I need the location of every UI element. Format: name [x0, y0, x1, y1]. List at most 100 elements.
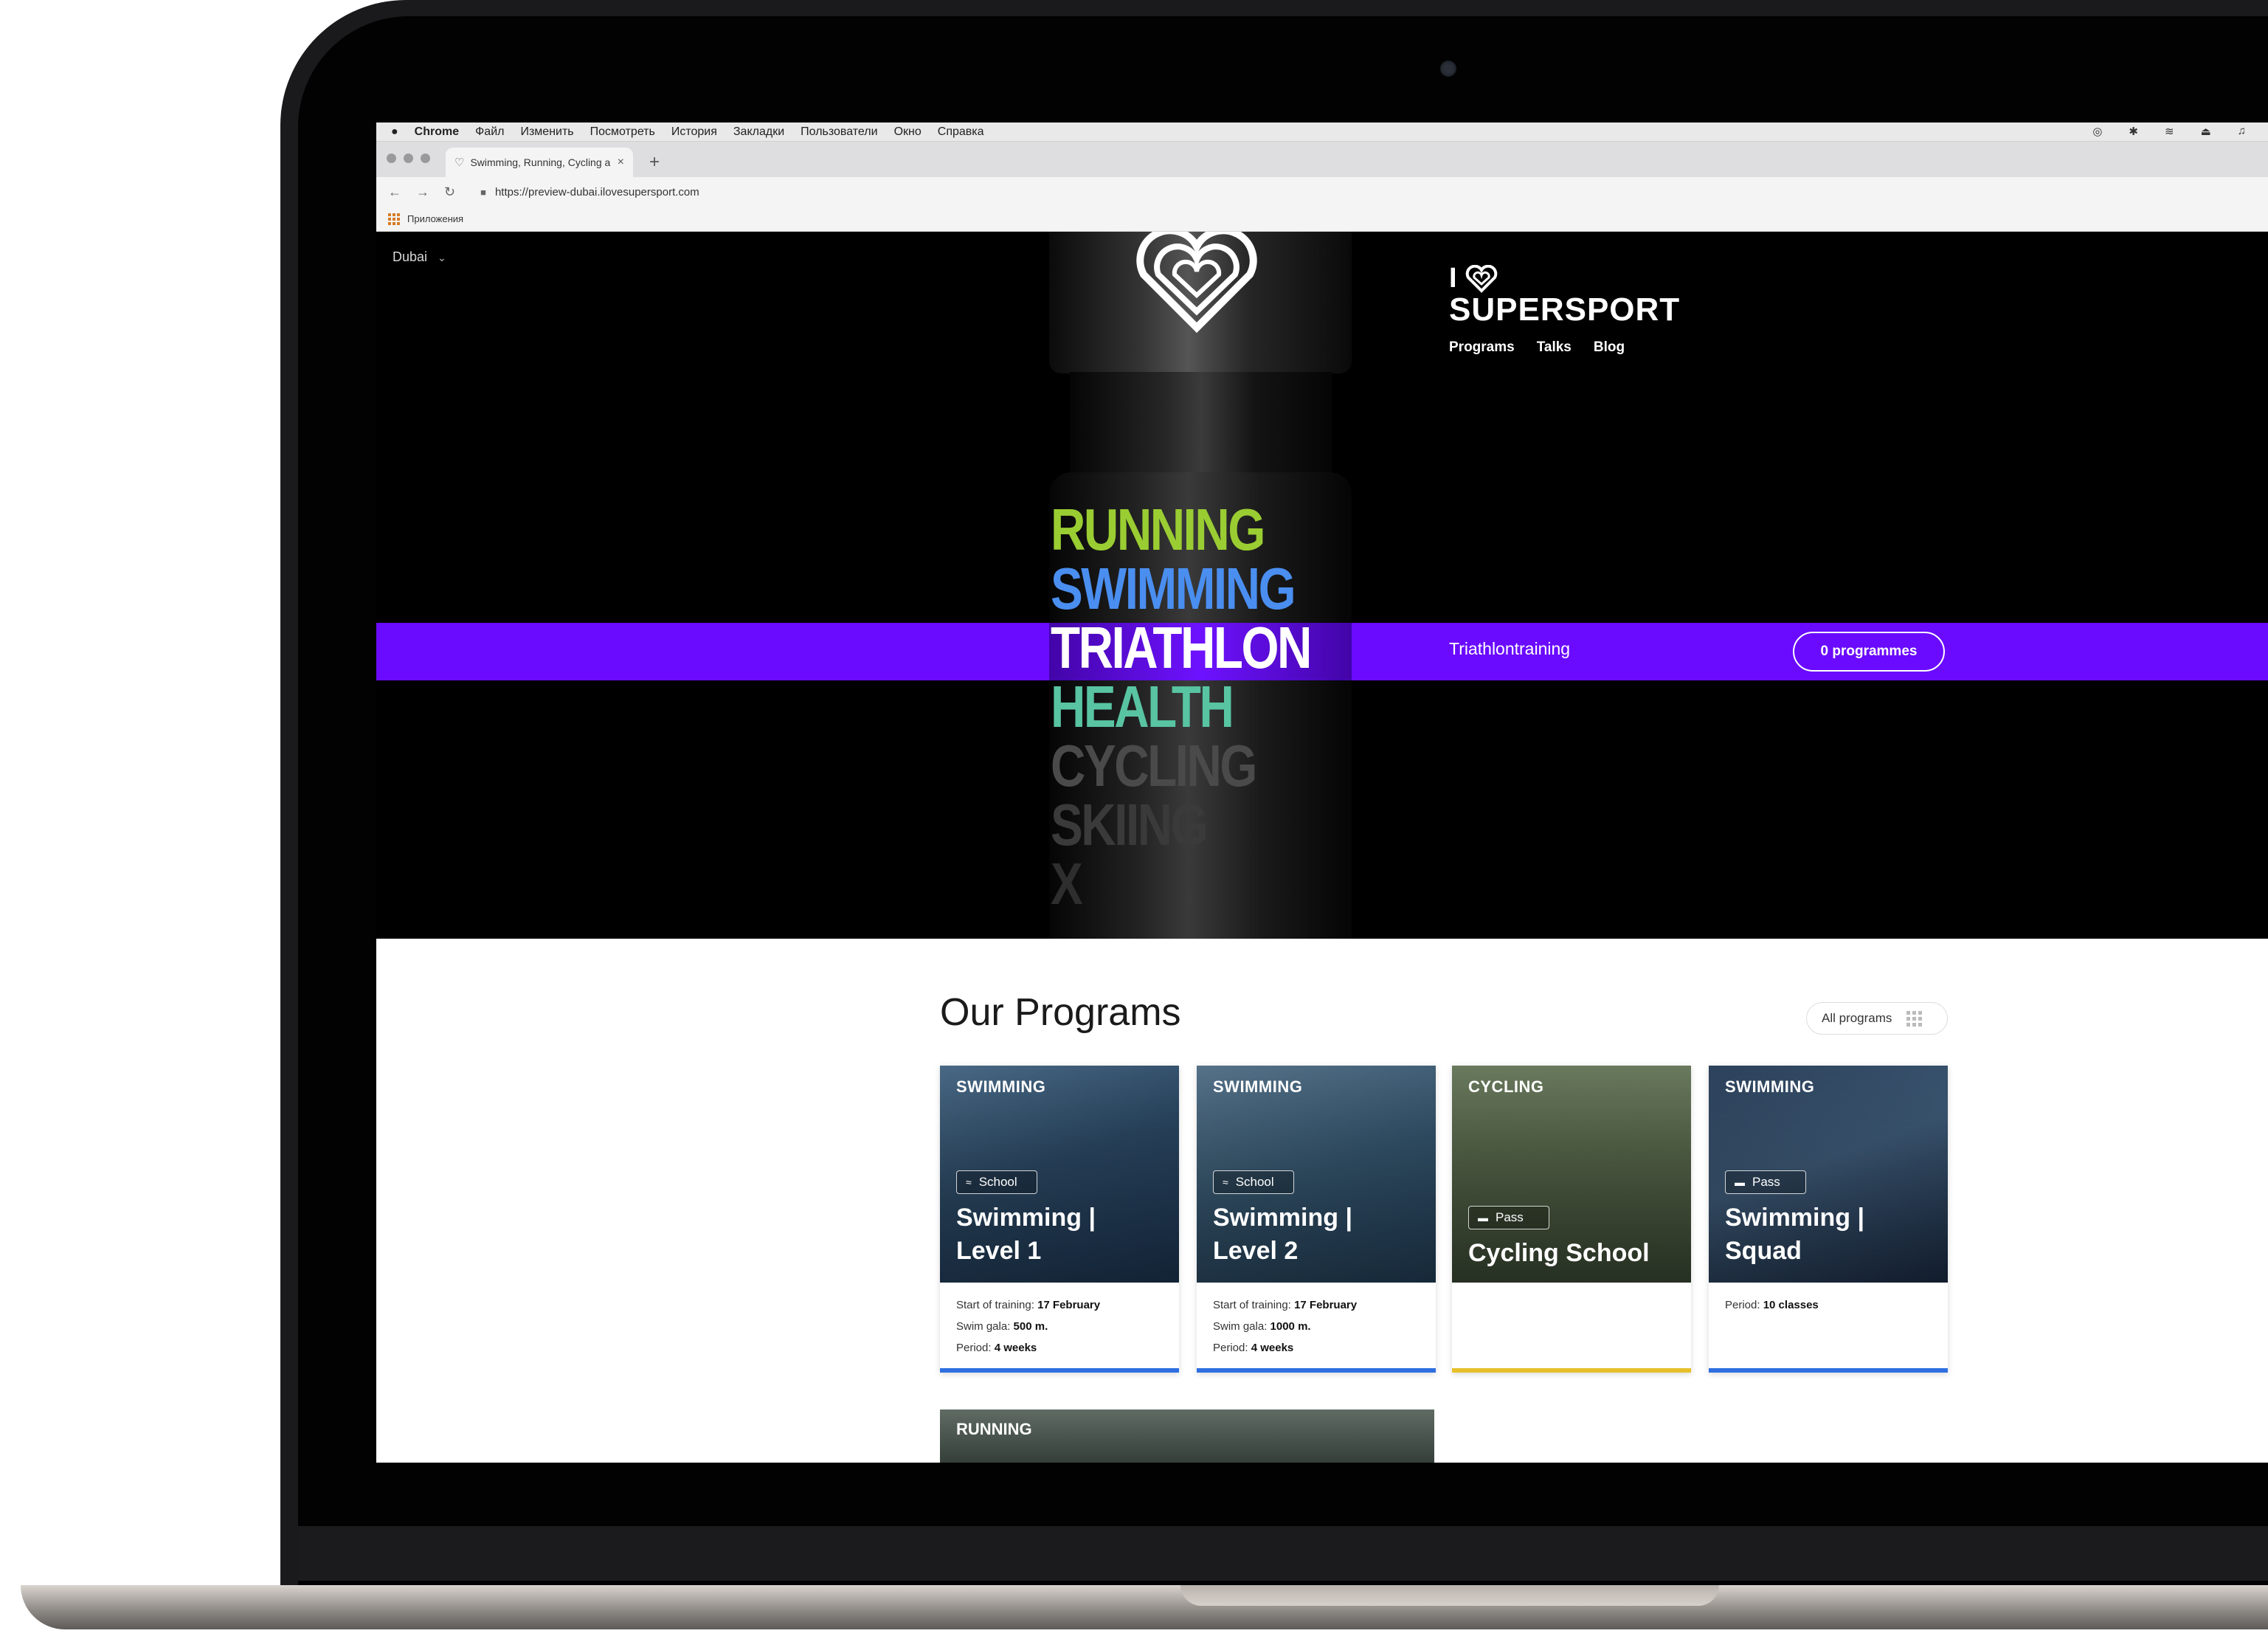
band-label: Triathlontraining — [1449, 639, 1571, 658]
apps-grid-icon[interactable] — [388, 213, 400, 225]
card-title-line: Swimming | — [1213, 1204, 1352, 1232]
card-meta-row: Period: 10 classes — [1725, 1294, 1819, 1316]
zoom-window-icon[interactable] — [421, 153, 430, 163]
card-title-line: Swimming | — [956, 1204, 1096, 1232]
apple-icon[interactable]: ● — [391, 125, 398, 139]
lock-icon[interactable]: ■ — [480, 187, 486, 198]
card-meta-value: 500 m. — [1013, 1320, 1048, 1333]
nav-programs[interactable]: Programs — [1449, 339, 1515, 356]
volume-icon[interactable]: ♫ — [2238, 125, 2246, 138]
program-card[interactable]: SWIMMING ▬ Pass Swimming | Squad Period: 10 c… — [1709, 1066, 1948, 1373]
menu-item-edit[interactable]: Изменить — [520, 125, 573, 139]
wifi-icon[interactable]: ≋ — [2165, 125, 2174, 138]
mac-menubar: ● Chrome Файл Изменить Посмотреть Истори… — [376, 123, 2268, 142]
city-selector[interactable]: Dubai ⌄ — [393, 249, 446, 265]
card-accent-bar — [1452, 1368, 1691, 1373]
card-accent-bar — [940, 1368, 1179, 1373]
close-tab-icon[interactable]: × — [618, 156, 624, 169]
menu-item-users[interactable]: Пользователи — [801, 125, 877, 139]
section-title: Our Programs — [940, 991, 1181, 1034]
card-category: SWIMMING — [1725, 1077, 1815, 1096]
window-controls — [387, 153, 430, 163]
menu-item-help[interactable]: Справка — [938, 125, 984, 139]
menu-item-view[interactable]: Посмотреть — [590, 125, 655, 139]
screen: ● Chrome Файл Изменить Посмотреть Истори… — [376, 123, 2268, 1463]
forward-icon[interactable]: → — [416, 184, 429, 200]
card-meta-key: Period: — [1725, 1299, 1760, 1311]
tab-strip: ♡ Swimming, Running, Cycling a × + — [376, 142, 2268, 177]
nav-blog[interactable]: Blog — [1594, 339, 1625, 356]
menu-item-bookmarks[interactable]: Закладки — [733, 125, 784, 139]
programmes-count-button[interactable]: 0 programmes — [1793, 632, 1945, 672]
bottle-neck — [1070, 372, 1332, 474]
eject-icon[interactable]: ⏏ — [2201, 125, 2211, 138]
card-accent-bar — [1709, 1368, 1948, 1373]
card-icon: ▬ — [1478, 1212, 1488, 1224]
bluetooth-icon[interactable]: ✱ — [2129, 125, 2138, 138]
card-category: SWIMMING — [1213, 1077, 1303, 1096]
menu-item-history[interactable]: История — [671, 125, 717, 139]
menu-app-name[interactable]: Chrome — [415, 125, 459, 139]
all-programs-label: All programs — [1822, 1011, 1892, 1025]
laptop-notch — [1180, 1585, 1719, 1606]
card-title-line: Level 2 — [1213, 1237, 1299, 1265]
program-card-running[interactable]: RUNNING — [940, 1409, 1434, 1463]
card-meta-value: 17 February — [1294, 1299, 1358, 1311]
card-meta-key: Start of training: — [956, 1299, 1034, 1311]
browser-tab[interactable]: ♡ Swimming, Running, Cycling a × — [446, 148, 633, 177]
card-meta-value: 1000 m. — [1270, 1320, 1311, 1333]
brand-logo[interactable]: I SUPERSPORT — [1449, 263, 1680, 328]
card-meta: Period: 10 classes — [1725, 1294, 1819, 1316]
heart-favicon-icon: ♡ — [454, 156, 465, 169]
program-card[interactable]: CYCLING ▬ Pass Cycling School — [1452, 1066, 1691, 1373]
card-title-line: Swimming | — [1725, 1204, 1864, 1232]
card-meta-key: Swim gala: — [956, 1320, 1011, 1333]
card-meta: Start of training: 17 February Swim gala:… — [956, 1294, 1100, 1359]
address-bar[interactable]: https://preview-dubai.ilovesupersport.co… — [495, 186, 699, 199]
card-meta-row: Period: 4 weeks — [1213, 1337, 1357, 1359]
card-meta-value: 17 February — [1037, 1299, 1101, 1311]
close-window-icon[interactable] — [387, 153, 396, 163]
menu-item-window[interactable]: Окно — [894, 125, 922, 139]
camera-icon — [1440, 61, 1456, 77]
card-category: SWIMMING — [956, 1077, 1046, 1096]
chevron-down-icon: ⌄ — [438, 252, 446, 263]
card-title: Cycling School — [1468, 1237, 1650, 1270]
grid-icon — [1906, 1010, 1923, 1026]
bookmarks-bar: Приложения — [376, 207, 2268, 232]
minimize-window-icon[interactable] — [404, 153, 413, 163]
laptop-base — [21, 1585, 2268, 1629]
bookmark-apps[interactable]: Приложения — [407, 213, 463, 224]
nav-talks[interactable]: Talks — [1537, 339, 1572, 356]
card-meta-value: 10 classes — [1763, 1299, 1819, 1311]
menu-item-file[interactable]: Файл — [475, 125, 504, 139]
program-card[interactable]: SWIMMING ≈ School Swimming | Level 2 Start of… — [1197, 1066, 1436, 1373]
back-icon[interactable]: ← — [388, 184, 401, 200]
sport-word: HEALTH — [1051, 674, 1234, 739]
extension-icon[interactable]: ◎ — [2092, 125, 2102, 138]
brand-i: I — [1449, 263, 1457, 294]
card-badge-label: School — [1235, 1175, 1274, 1189]
card-badge: ≈ School — [956, 1170, 1037, 1194]
hero: Dubai ⌄ RUNNING SWIMMING TRIATHLON HEALTH CYC… — [376, 232, 2268, 939]
laptop-chin — [298, 1526, 2268, 1581]
sport-word: X — [1051, 851, 1083, 917]
swimmer-icon: ≈ — [966, 1176, 972, 1188]
laptop-mockup: ● Chrome Файл Изменить Посмотреть Истори… — [0, 0, 2268, 1639]
card-title-line: Level 1 — [956, 1237, 1042, 1265]
tab-title: Swimming, Running, Cycling a — [470, 156, 611, 168]
card-meta: Start of training: 17 February Swim gala:… — [1213, 1294, 1357, 1359]
brand-heart-icon — [1465, 264, 1497, 293]
new-tab-icon[interactable]: + — [649, 152, 660, 173]
reload-icon[interactable]: ↻ — [444, 184, 455, 200]
swimmer-icon: ≈ — [1223, 1176, 1228, 1188]
card-accent-bar — [1197, 1368, 1436, 1373]
card-badge: ≈ School — [1213, 1170, 1294, 1194]
sport-word: SKIING — [1051, 792, 1209, 858]
web-page: Dubai ⌄ RUNNING SWIMMING TRIATHLON HEALTH CYC… — [376, 232, 2268, 1463]
all-programs-button[interactable]: All programs — [1806, 1002, 1948, 1035]
program-card[interactable]: SWIMMING ≈ School Swimming | Level 1 Start of… — [940, 1066, 1179, 1373]
heart-logo-icon — [1136, 232, 1257, 334]
main-nav: Programs Talks Blog — [1449, 339, 1625, 356]
card-title-line: Cycling School — [1468, 1239, 1650, 1267]
